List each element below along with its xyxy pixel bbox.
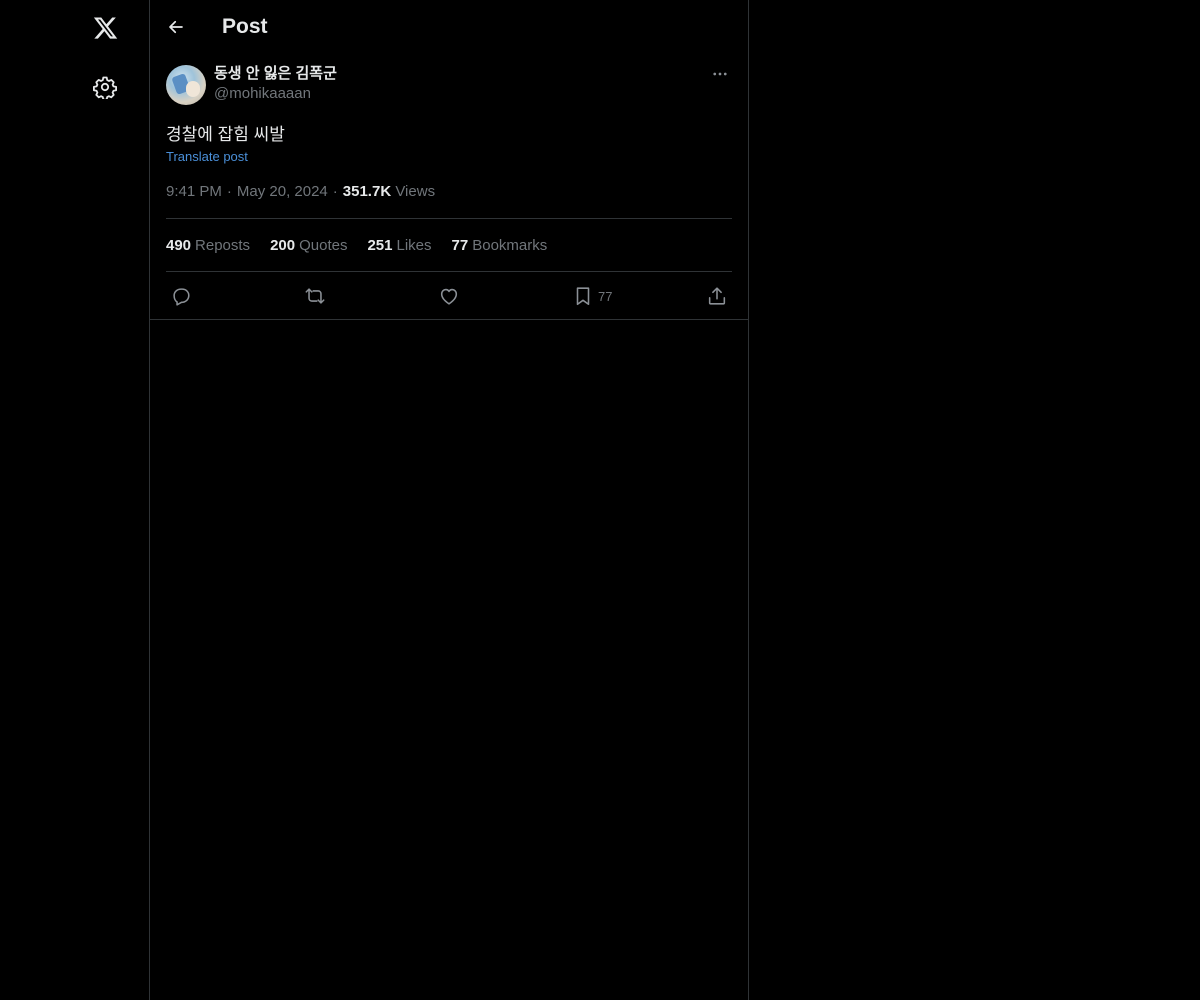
sidebar-nav — [0, 0, 150, 1000]
reposts-count: 490 — [166, 236, 192, 254]
post-time[interactable]: 9:41 PM — [166, 183, 222, 200]
share-button[interactable] — [706, 284, 728, 308]
post-author: 동생 안 잃은 김폭군 @mohikaaaan — [166, 64, 732, 116]
back-button[interactable] — [160, 11, 192, 43]
likes-count: 251 — [367, 236, 393, 254]
post-stats: 490 Reposts 200 Quotes 251 Likes 77 Bookmark… — [166, 219, 732, 272]
bookmarks-label: Bookmarks — [472, 236, 548, 254]
app: Post 동생 안 잃은 김폭군 @mohikaaaan 경찰에 잡힘 씨발 T… — [0, 0, 1200, 1000]
views-count: 351.7K — [342, 183, 392, 200]
share-icon — [708, 287, 726, 305]
more-button[interactable] — [708, 62, 732, 86]
reposts-label: Reposts — [195, 236, 251, 254]
bookmarks-stat[interactable]: 77 Bookmarks — [452, 237, 548, 254]
author-name[interactable]: 동생 안 잃은 김폭군 — [214, 64, 337, 84]
post-meta: 9:41 PM · May 20, 2024 · 351.7K Views — [166, 182, 732, 219]
post-detail: 동생 안 잃은 김폭군 @mohikaaaan 경찰에 잡힘 씨발 Transl… — [150, 64, 748, 320]
x-logo-icon — [93, 17, 117, 39]
bookmark-count: 77 — [598, 288, 613, 304]
settings-button[interactable] — [85, 67, 125, 107]
heart-icon — [440, 288, 458, 305]
reposts-stat[interactable]: 490 Reposts — [166, 237, 250, 254]
avatar[interactable] — [166, 65, 206, 105]
translate-post-link[interactable]: Translate post — [166, 148, 248, 166]
x-logo-link[interactable] — [85, 8, 125, 48]
post-actions: 77 — [166, 272, 732, 319]
quotes-count: 200 — [270, 236, 296, 254]
post-text: 경찰에 잡힘 씨발 — [166, 125, 285, 144]
repost-icon — [305, 288, 325, 304]
reply-button[interactable] — [170, 284, 192, 308]
likes-stat[interactable]: 251 Likes — [367, 237, 431, 254]
page-header: Post — [150, 0, 748, 54]
bookmark-icon — [576, 287, 590, 306]
more-horizontal-icon — [713, 72, 727, 76]
author-handle[interactable]: @mohikaaaan — [214, 84, 311, 104]
gear-icon — [93, 76, 117, 99]
reply-icon — [173, 288, 190, 306]
arrow-left-icon — [169, 20, 183, 34]
page-title: Post — [222, 15, 268, 38]
quotes-stat[interactable]: 200 Quotes — [270, 237, 347, 254]
like-button[interactable] — [438, 284, 460, 308]
bookmark-button[interactable]: 77 — [572, 284, 612, 308]
views-label: Views — [395, 183, 436, 200]
quotes-label: Quotes — [299, 236, 348, 254]
bookmarks-count: 77 — [451, 236, 469, 254]
likes-label: Likes — [396, 236, 432, 254]
repost-button[interactable] — [304, 284, 326, 308]
main-column: Post 동생 안 잃은 김폭군 @mohikaaaan 경찰에 잡힘 씨발 T… — [150, 0, 749, 1000]
post-date[interactable]: May 20, 2024 — [237, 183, 328, 200]
